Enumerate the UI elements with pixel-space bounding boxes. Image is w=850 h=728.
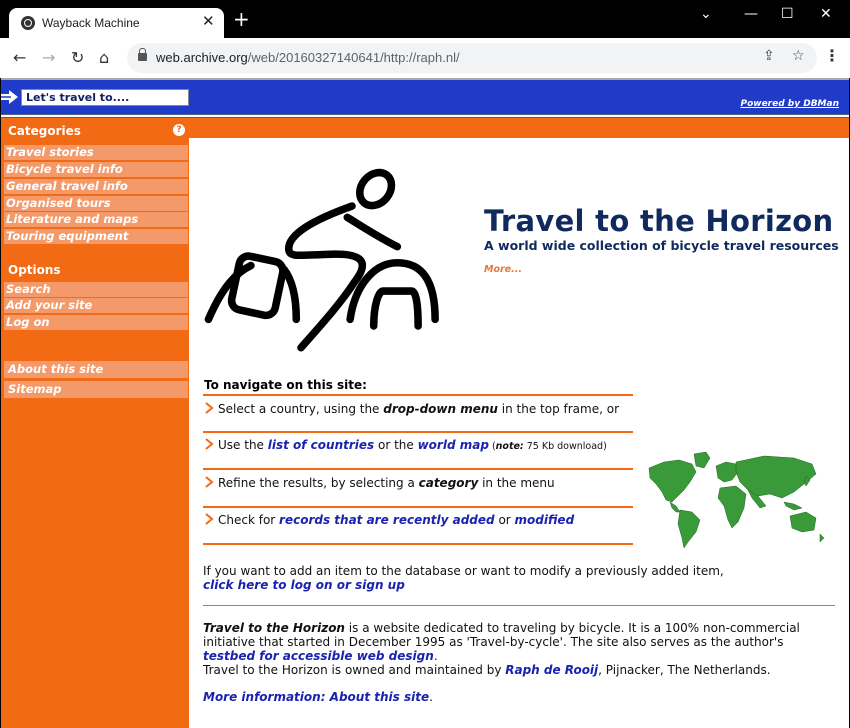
nav-item-select-country: Select a country, using the drop-down me…	[205, 402, 619, 416]
browser-tab[interactable]: Wayback Machine ✕	[9, 8, 224, 40]
web-page: Let's travel to.... Powered by DBMan Cat…	[1, 78, 849, 728]
horizontal-rule	[203, 605, 835, 606]
country-select[interactable]: Let's travel to....	[21, 89, 189, 106]
world-map-link[interactable]: world map	[418, 438, 489, 452]
category-text: category	[418, 476, 479, 490]
nav-divider	[203, 506, 633, 508]
browser-window: Wayback Machine ✕ + ⌄ — ☐ ✕ ← → ↻ ⌂ web.…	[0, 0, 850, 728]
sidebar-item-travel-stories[interactable]: Travel stories	[4, 145, 188, 160]
sidebar-item-log-on[interactable]: Log on	[4, 315, 188, 330]
sidebar-item-about[interactable]: About this site	[4, 361, 188, 378]
chevron-right-icon	[205, 438, 214, 450]
header-band	[189, 118, 849, 138]
minimize-button[interactable]: —	[744, 6, 758, 22]
nav-divider	[203, 394, 633, 396]
chevron-right-icon	[205, 402, 214, 414]
title-bar: Wayback Machine ✕ + ⌄ — ☐ ✕	[0, 0, 850, 40]
nav-item-list-countries: Use the list of countries or the world m…	[205, 438, 607, 452]
sidebar-item-general-travel-info[interactable]: General travel info	[4, 179, 188, 194]
chevron-right-icon	[205, 476, 214, 488]
nav-divider	[203, 468, 633, 470]
close-window-button[interactable]: ✕	[820, 6, 832, 22]
powered-by-link[interactable]: Powered by DBMan	[740, 99, 839, 109]
sidebar-item-add-your-site[interactable]: Add your site	[4, 298, 188, 313]
maximize-button[interactable]: ☐	[781, 6, 794, 22]
home-icon[interactable]: ⌂	[99, 48, 109, 67]
about-paragraph: Travel to the Horizon is a website dedic…	[203, 621, 800, 677]
nav-heading: To navigate on this site:	[204, 378, 367, 392]
browser-toolbar: ← → ↻ ⌂ web.archive.org/web/201603271406…	[0, 38, 850, 78]
reload-icon[interactable]: ↻	[71, 48, 84, 67]
sidebar: Categories Travel stories Bicycle travel…	[1, 118, 189, 728]
main-content: Travel to the Horizon A world wide colle…	[189, 138, 849, 728]
add-item-paragraph: If you want to add an item to the databa…	[203, 564, 724, 592]
drop-down-menu-text: drop-down menu	[383, 402, 498, 416]
nav-divider	[203, 543, 633, 545]
url-text[interactable]: web.archive.org/web/20160327140641/http:…	[156, 50, 460, 65]
nav-item-refine-results: Refine the results, by selecting a categ…	[205, 476, 555, 490]
categories-heading: Categories	[8, 124, 81, 138]
site-name-text: Travel to the Horizon	[203, 621, 345, 635]
options-heading: Options	[8, 263, 61, 277]
modified-link[interactable]: modified	[515, 513, 575, 527]
tab-search-icon[interactable]: ⌄	[700, 6, 712, 22]
more-link[interactable]: More...	[484, 264, 522, 275]
list-of-countries-link[interactable]: list of countries	[268, 438, 374, 452]
forward-icon[interactable]: →	[42, 48, 55, 67]
sidebar-item-literature-and-maps[interactable]: Literature and maps	[4, 212, 188, 227]
globe-icon	[21, 16, 35, 30]
recently-added-link[interactable]: records that are recently added	[279, 513, 495, 527]
back-icon[interactable]: ←	[13, 48, 26, 67]
testbed-link[interactable]: testbed for accessible web design	[203, 649, 434, 663]
help-icon[interactable]: ?	[173, 124, 185, 136]
site-subtitle: A world wide collection of bicycle trave…	[484, 238, 839, 253]
new-tab-button[interactable]: +	[233, 9, 250, 29]
arrow-right-icon	[1, 90, 18, 104]
lock-icon	[138, 48, 147, 61]
sidebar-item-organised-tours[interactable]: Organised tours	[4, 196, 188, 211]
address-bar[interactable]: web.archive.org/web/20160327140641/http:…	[127, 43, 817, 73]
world-map-image[interactable]	[644, 450, 829, 550]
bookmark-star-icon[interactable]: ☆	[792, 48, 805, 64]
browser-menu-icon[interactable]: ⋮	[824, 46, 840, 65]
log-on-sign-up-link[interactable]: click here to log on or sign up	[203, 578, 405, 592]
chevron-right-icon	[205, 513, 214, 525]
share-icon[interactable]: ⇪	[763, 48, 775, 64]
tab-title: Wayback Machine	[42, 16, 140, 30]
sidebar-item-sitemap[interactable]: Sitemap	[4, 381, 188, 398]
author-link[interactable]: Raph de Rooij	[505, 663, 598, 677]
close-tab-icon[interactable]: ✕	[202, 12, 215, 30]
nav-divider	[203, 431, 633, 433]
site-title: Travel to the Horizon	[484, 204, 834, 238]
nav-item-check-records: Check for records that are recently adde…	[205, 513, 574, 527]
sidebar-item-bicycle-travel-info[interactable]: Bicycle travel info	[4, 162, 188, 177]
more-info-paragraph: More information: About this site.	[203, 690, 433, 704]
top-frame: Let's travel to.... Powered by DBMan	[1, 78, 849, 114]
sidebar-item-search[interactable]: Search	[4, 282, 188, 297]
cyclist-logo-icon	[204, 168, 439, 352]
sidebar-item-touring-equipment[interactable]: Touring equipment	[4, 229, 188, 244]
about-this-site-link[interactable]: More information: About this site	[203, 690, 429, 704]
